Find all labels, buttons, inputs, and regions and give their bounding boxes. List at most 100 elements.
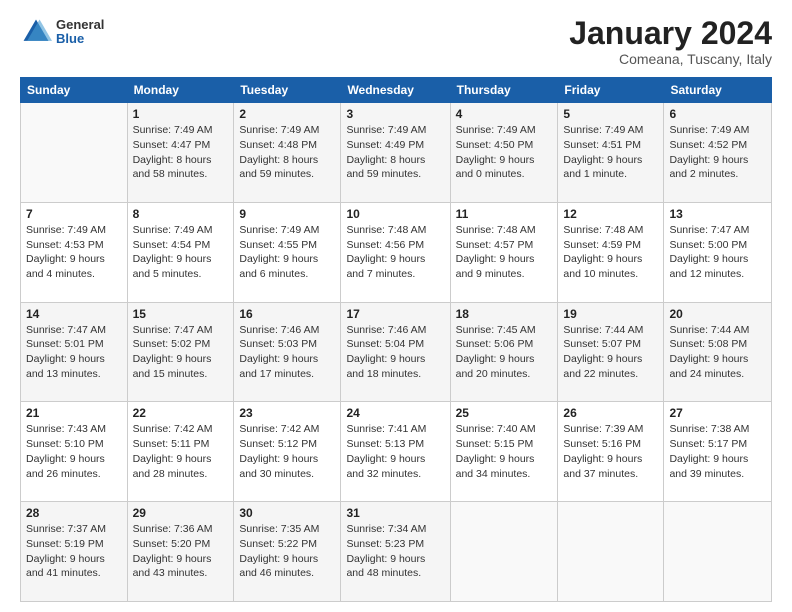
day-info: Sunrise: 7:42 AM Sunset: 5:12 PM Dayligh… bbox=[239, 422, 335, 481]
calendar-cell: 26Sunrise: 7:39 AM Sunset: 5:16 PM Dayli… bbox=[558, 402, 664, 502]
col-monday: Monday bbox=[127, 78, 234, 103]
day-number: 17 bbox=[346, 307, 444, 321]
calendar-cell bbox=[664, 502, 772, 602]
day-number: 22 bbox=[133, 406, 229, 420]
weekday-row: Sunday Monday Tuesday Wednesday Thursday… bbox=[21, 78, 772, 103]
calendar-cell: 27 Sunrise: 7:38 AM Sunset: 5:17 PM Dayli… bbox=[664, 402, 772, 502]
day-number: 16 bbox=[239, 307, 335, 321]
day-info: Sunrise: 7:38 AM Sunset: 5:17 PM Dayligh… bbox=[669, 422, 766, 481]
calendar-week-3: 21Sunrise: 7:43 AM Sunset: 5:10 PM Dayli… bbox=[21, 402, 772, 502]
day-info: Sunrise: 7:49 AM Sunset: 4:49 PM Dayligh… bbox=[346, 123, 444, 182]
main-title: January 2024 bbox=[569, 16, 772, 51]
day-number: 30 bbox=[239, 506, 335, 520]
calendar-cell bbox=[558, 502, 664, 602]
col-thursday: Thursday bbox=[450, 78, 558, 103]
day-info: Sunrise: 7:46 AM Sunset: 5:03 PM Dayligh… bbox=[239, 323, 335, 382]
logo-icon bbox=[20, 16, 52, 48]
calendar-cell: 24 Sunrise: 7:41 AM Sunset: 5:13 PM Dayli… bbox=[341, 402, 450, 502]
day-info: Sunrise: 7:35 AM Sunset: 5:22 PM Dayligh… bbox=[239, 522, 335, 581]
day-info: Sunrise: 7:42 AM Sunset: 5:11 PM Dayligh… bbox=[133, 422, 229, 481]
calendar-cell: 14 Sunrise: 7:47 AM Sunset: 5:01 PM Dayli… bbox=[21, 302, 128, 402]
day-number: 24 bbox=[346, 406, 444, 420]
day-info: Sunrise: 7:41 AM Sunset: 5:13 PM Dayligh… bbox=[346, 422, 444, 481]
day-info: Sunrise: 7:49 AM Sunset: 4:52 PM Dayligh… bbox=[669, 123, 766, 182]
day-number: 2 bbox=[239, 107, 335, 121]
day-number: 9 bbox=[239, 207, 335, 221]
day-number: 20 bbox=[669, 307, 766, 321]
calendar-week-4: 28Sunrise: 7:37 AM Sunset: 5:19 PM Dayli… bbox=[21, 502, 772, 602]
col-tuesday: Tuesday bbox=[234, 78, 341, 103]
day-info: Sunrise: 7:46 AM Sunset: 5:04 PM Dayligh… bbox=[346, 323, 444, 382]
calendar-cell: 16 Sunrise: 7:46 AM Sunset: 5:03 PM Dayli… bbox=[234, 302, 341, 402]
calendar-table: Sunday Monday Tuesday Wednesday Thursday… bbox=[20, 77, 772, 602]
day-number: 4 bbox=[456, 107, 553, 121]
calendar-cell: 28Sunrise: 7:37 AM Sunset: 5:19 PM Dayli… bbox=[21, 502, 128, 602]
day-info: Sunrise: 7:49 AM Sunset: 4:50 PM Dayligh… bbox=[456, 123, 553, 182]
day-number: 10 bbox=[346, 207, 444, 221]
logo-blue-text: Blue bbox=[56, 32, 104, 46]
calendar-week-1: 7 Sunrise: 7:49 AM Sunset: 4:53 PM Daylig… bbox=[21, 202, 772, 302]
calendar-cell: 18Sunrise: 7:45 AM Sunset: 5:06 PM Dayli… bbox=[450, 302, 558, 402]
col-saturday: Saturday bbox=[664, 78, 772, 103]
day-number: 13 bbox=[669, 207, 766, 221]
day-info: Sunrise: 7:47 AM Sunset: 5:00 PM Dayligh… bbox=[669, 223, 766, 282]
logo: General Blue bbox=[20, 16, 104, 48]
calendar-cell bbox=[21, 103, 128, 203]
calendar-cell: 1Sunrise: 7:49 AM Sunset: 4:47 PM Daylig… bbox=[127, 103, 234, 203]
day-number: 12 bbox=[563, 207, 658, 221]
calendar-cell: 12 Sunrise: 7:48 AM Sunset: 4:59 PM Dayli… bbox=[558, 202, 664, 302]
col-wednesday: Wednesday bbox=[341, 78, 450, 103]
day-info: Sunrise: 7:48 AM Sunset: 4:59 PM Dayligh… bbox=[563, 223, 658, 282]
logo-general-text: General bbox=[56, 18, 104, 32]
calendar-cell: 3Sunrise: 7:49 AM Sunset: 4:49 PM Daylig… bbox=[341, 103, 450, 203]
calendar-cell: 13 Sunrise: 7:47 AM Sunset: 5:00 PM Dayli… bbox=[664, 202, 772, 302]
calendar-cell: 6 Sunrise: 7:49 AM Sunset: 4:52 PM Daylig… bbox=[664, 103, 772, 203]
calendar-cell: 21Sunrise: 7:43 AM Sunset: 5:10 PM Dayli… bbox=[21, 402, 128, 502]
day-info: Sunrise: 7:45 AM Sunset: 5:06 PM Dayligh… bbox=[456, 323, 553, 382]
calendar-body: 1Sunrise: 7:49 AM Sunset: 4:47 PM Daylig… bbox=[21, 103, 772, 602]
day-number: 8 bbox=[133, 207, 229, 221]
day-number: 26 bbox=[563, 406, 658, 420]
calendar-cell: 7 Sunrise: 7:49 AM Sunset: 4:53 PM Daylig… bbox=[21, 202, 128, 302]
day-number: 23 bbox=[239, 406, 335, 420]
day-info: Sunrise: 7:36 AM Sunset: 5:20 PM Dayligh… bbox=[133, 522, 229, 581]
calendar-cell: 20 Sunrise: 7:44 AM Sunset: 5:08 PM Dayli… bbox=[664, 302, 772, 402]
day-info: Sunrise: 7:49 AM Sunset: 4:54 PM Dayligh… bbox=[133, 223, 229, 282]
day-number: 27 bbox=[669, 406, 766, 420]
calendar-cell: 10 Sunrise: 7:48 AM Sunset: 4:56 PM Dayli… bbox=[341, 202, 450, 302]
calendar-cell: 19Sunrise: 7:44 AM Sunset: 5:07 PM Dayli… bbox=[558, 302, 664, 402]
day-info: Sunrise: 7:49 AM Sunset: 4:51 PM Dayligh… bbox=[563, 123, 658, 182]
calendar-week-2: 14 Sunrise: 7:47 AM Sunset: 5:01 PM Dayli… bbox=[21, 302, 772, 402]
day-number: 29 bbox=[133, 506, 229, 520]
day-number: 6 bbox=[669, 107, 766, 121]
calendar-cell: 9 Sunrise: 7:49 AM Sunset: 4:55 PM Daylig… bbox=[234, 202, 341, 302]
title-block: January 2024 Comeana, Tuscany, Italy bbox=[569, 16, 772, 67]
calendar-header: Sunday Monday Tuesday Wednesday Thursday… bbox=[21, 78, 772, 103]
calendar-cell: 31Sunrise: 7:34 AM Sunset: 5:23 PM Dayli… bbox=[341, 502, 450, 602]
day-number: 14 bbox=[26, 307, 122, 321]
day-info: Sunrise: 7:49 AM Sunset: 4:55 PM Dayligh… bbox=[239, 223, 335, 282]
page: General Blue January 2024 Comeana, Tusca… bbox=[0, 0, 792, 612]
day-number: 5 bbox=[563, 107, 658, 121]
calendar-cell: 30 Sunrise: 7:35 AM Sunset: 5:22 PM Dayli… bbox=[234, 502, 341, 602]
day-info: Sunrise: 7:44 AM Sunset: 5:08 PM Dayligh… bbox=[669, 323, 766, 382]
calendar-cell: 22 Sunrise: 7:42 AM Sunset: 5:11 PM Dayli… bbox=[127, 402, 234, 502]
day-info: Sunrise: 7:40 AM Sunset: 5:15 PM Dayligh… bbox=[456, 422, 553, 481]
calendar-cell: 29 Sunrise: 7:36 AM Sunset: 5:20 PM Dayli… bbox=[127, 502, 234, 602]
day-info: Sunrise: 7:47 AM Sunset: 5:02 PM Dayligh… bbox=[133, 323, 229, 382]
day-info: Sunrise: 7:48 AM Sunset: 4:56 PM Dayligh… bbox=[346, 223, 444, 282]
header: General Blue January 2024 Comeana, Tusca… bbox=[20, 16, 772, 67]
day-number: 11 bbox=[456, 207, 553, 221]
col-sunday: Sunday bbox=[21, 78, 128, 103]
calendar-cell: 5 Sunrise: 7:49 AM Sunset: 4:51 PM Daylig… bbox=[558, 103, 664, 203]
logo-text: General Blue bbox=[56, 18, 104, 47]
calendar-week-0: 1Sunrise: 7:49 AM Sunset: 4:47 PM Daylig… bbox=[21, 103, 772, 203]
calendar-cell: 15Sunrise: 7:47 AM Sunset: 5:02 PM Dayli… bbox=[127, 302, 234, 402]
calendar-cell bbox=[450, 502, 558, 602]
day-number: 7 bbox=[26, 207, 122, 221]
day-info: Sunrise: 7:49 AM Sunset: 4:53 PM Dayligh… bbox=[26, 223, 122, 282]
day-info: Sunrise: 7:47 AM Sunset: 5:01 PM Dayligh… bbox=[26, 323, 122, 382]
calendar-cell: 2Sunrise: 7:49 AM Sunset: 4:48 PM Daylig… bbox=[234, 103, 341, 203]
day-info: Sunrise: 7:44 AM Sunset: 5:07 PM Dayligh… bbox=[563, 323, 658, 382]
day-info: Sunrise: 7:49 AM Sunset: 4:47 PM Dayligh… bbox=[133, 123, 229, 182]
